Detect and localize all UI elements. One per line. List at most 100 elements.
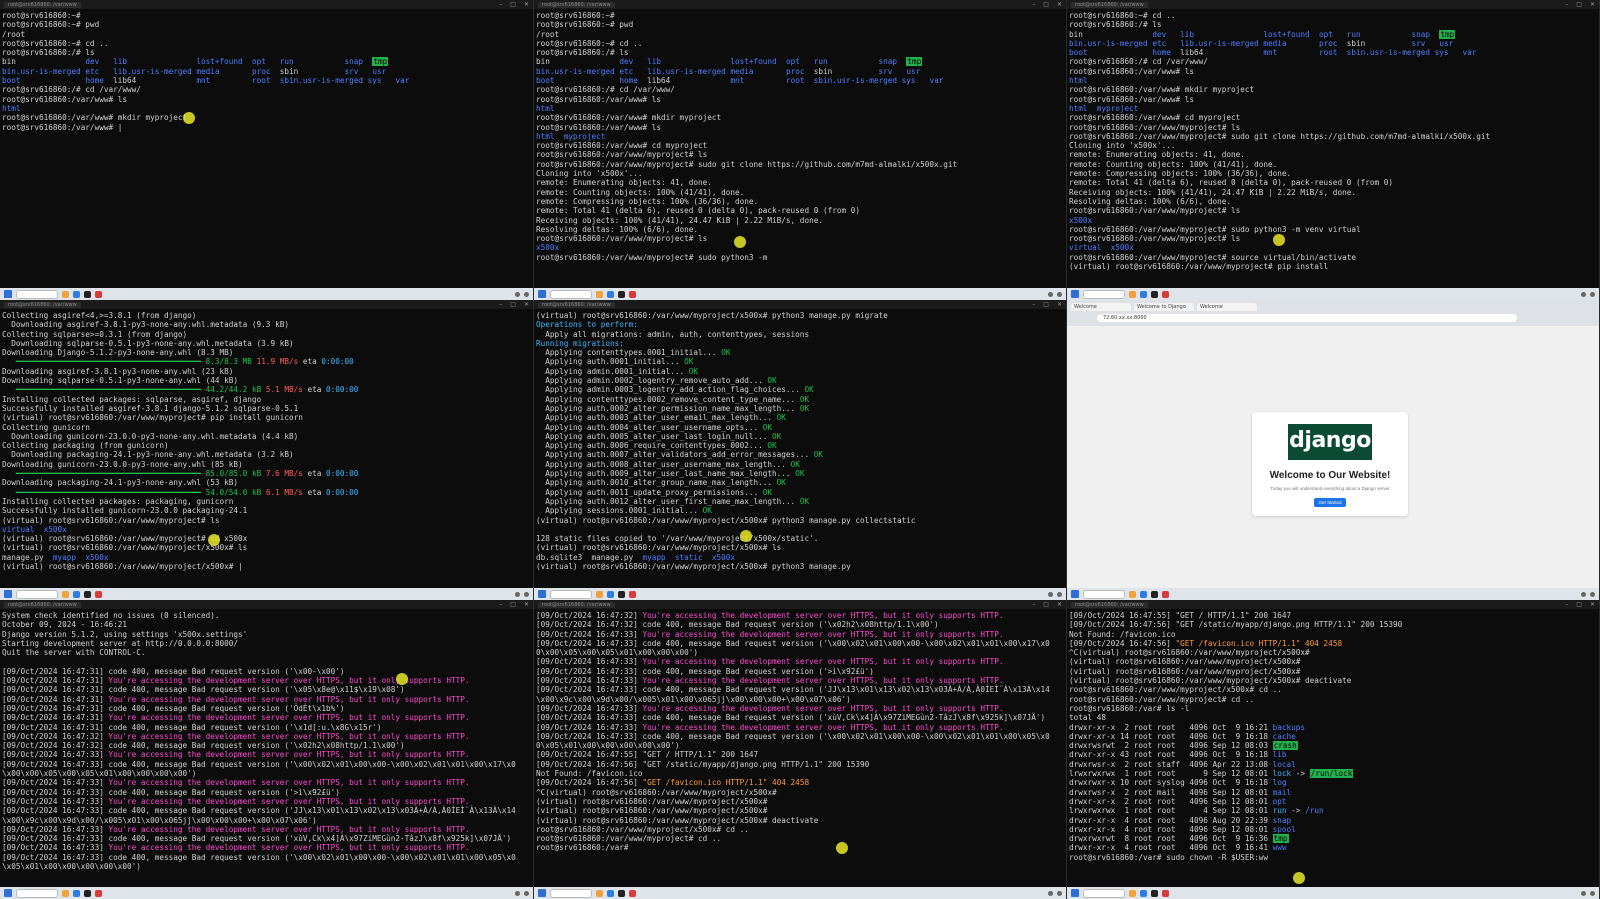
folder-icon[interactable]: [1129, 889, 1136, 897]
volume-icon[interactable]: [1057, 890, 1062, 896]
app-icon[interactable]: [1162, 590, 1169, 598]
close-icon[interactable]: ✕: [1590, 1, 1595, 8]
taskbar-search[interactable]: [16, 589, 58, 599]
browser-window[interactable]: Welcome Welcome to Django Welcome 72.60.…: [1067, 300, 1600, 600]
taskbar-search[interactable]: [16, 289, 58, 299]
taskbar-search[interactable]: [550, 888, 592, 898]
folder-icon[interactable]: [1129, 290, 1136, 298]
close-icon[interactable]: ✕: [1590, 601, 1595, 608]
close-icon[interactable]: ✕: [524, 301, 529, 308]
terminal-icon[interactable]: [84, 590, 91, 598]
browser-icon[interactable]: [73, 889, 80, 897]
close-icon[interactable]: ✕: [1057, 601, 1062, 608]
get-started-button[interactable]: Get Started: [1314, 498, 1346, 507]
browser-icon[interactable]: [73, 290, 80, 298]
app-icon[interactable]: [629, 889, 636, 897]
start-icon[interactable]: [4, 889, 12, 897]
terminal-tab[interactable]: root@srv616860: /var/www: [1071, 1, 1148, 8]
minimize-icon[interactable]: –: [499, 601, 502, 608]
folder-icon[interactable]: [1129, 590, 1136, 598]
maximize-icon[interactable]: □: [1043, 1, 1049, 8]
terminal-panel-1[interactable]: root@srv616860: /var/www – □ ✕ root@srv6…: [0, 0, 534, 300]
browser-icon[interactable]: [1140, 590, 1147, 598]
start-icon[interactable]: [538, 590, 546, 598]
volume-icon[interactable]: [1057, 591, 1062, 597]
terminal-icon[interactable]: [1151, 290, 1158, 298]
browser-icon[interactable]: [1140, 290, 1147, 298]
terminal-output[interactable]: root@srv616860:~# root@srv616860:~# pwd/r…: [2, 11, 531, 288]
terminal-icon[interactable]: [84, 889, 91, 897]
minimize-icon[interactable]: –: [1565, 601, 1568, 608]
wifi-icon[interactable]: [1581, 591, 1586, 597]
browser-icon[interactable]: [73, 590, 80, 598]
terminal-icon[interactable]: [618, 889, 625, 897]
wifi-icon[interactable]: [1581, 890, 1586, 896]
volume-icon[interactable]: [1590, 291, 1595, 297]
terminal-tab[interactable]: root@srv616860: /var/www: [4, 301, 81, 308]
browser-icon[interactable]: [607, 889, 614, 897]
terminal-tab[interactable]: root@srv616860: /var/www: [538, 1, 615, 8]
wifi-icon[interactable]: [515, 291, 520, 297]
maximize-icon[interactable]: □: [1043, 601, 1049, 608]
minimize-icon[interactable]: –: [1032, 301, 1035, 308]
start-icon[interactable]: [1071, 590, 1079, 598]
maximize-icon[interactable]: □: [1576, 601, 1582, 608]
terminal-tab[interactable]: root@srv616860: /var/www: [4, 601, 81, 608]
start-icon[interactable]: [1071, 889, 1079, 897]
start-icon[interactable]: [4, 590, 12, 598]
folder-icon[interactable]: [596, 889, 603, 897]
app-icon[interactable]: [95, 590, 102, 598]
app-icon[interactable]: [1162, 889, 1169, 897]
terminal-tab[interactable]: root@srv616860: /var/www: [1071, 601, 1148, 608]
terminal-tab[interactable]: root@srv616860: /var/www: [4, 1, 81, 8]
app-icon[interactable]: [95, 290, 102, 298]
terminal-panel-7[interactable]: root@srv616860: /var/www – □ ✕ System ch…: [0, 600, 534, 899]
browser-tab[interactable]: Welcome: [1071, 303, 1131, 311]
browser-tab[interactable]: Welcome: [1197, 303, 1257, 311]
app-icon[interactable]: [629, 290, 636, 298]
browser-icon[interactable]: [1140, 889, 1147, 897]
maximize-icon[interactable]: □: [1576, 1, 1582, 8]
folder-icon[interactable]: [62, 889, 69, 897]
terminal-panel-9[interactable]: root@srv616860: /var/www – □ ✕ [09/Oct/2…: [1067, 600, 1600, 899]
minimize-icon[interactable]: –: [1032, 1, 1035, 8]
minimize-icon[interactable]: –: [1565, 1, 1568, 8]
wifi-icon[interactable]: [1048, 591, 1053, 597]
terminal-panel-2[interactable]: root@srv616860: /var/www – □ ✕ root@srv6…: [534, 0, 1067, 300]
volume-icon[interactable]: [1057, 291, 1062, 297]
browser-icon[interactable]: [607, 590, 614, 598]
terminal-panel-5[interactable]: root@srv616860: /var/www – □ ✕ (virtual)…: [534, 300, 1067, 600]
start-icon[interactable]: [1071, 290, 1079, 298]
terminal-output[interactable]: (virtual) root@srv616860:/var/www/myproj…: [536, 311, 1064, 588]
folder-icon[interactable]: [596, 290, 603, 298]
terminal-icon[interactable]: [84, 290, 91, 298]
terminal-icon[interactable]: [618, 290, 625, 298]
maximize-icon[interactable]: □: [510, 1, 516, 8]
terminal-tab[interactable]: root@srv616860: /var/www: [538, 601, 615, 608]
browser-tab[interactable]: Welcome to Django: [1134, 303, 1194, 311]
wifi-icon[interactable]: [515, 591, 520, 597]
address-bar[interactable]: 72.60.xx.xx:8000: [1097, 314, 1517, 322]
taskbar-search[interactable]: [550, 589, 592, 599]
volume-icon[interactable]: [524, 890, 529, 896]
terminal-panel-3[interactable]: root@srv616860: /var/www – □ ✕ root@srv6…: [1067, 0, 1600, 300]
terminal-tab[interactable]: root@srv616860: /var/www: [538, 301, 615, 308]
minimize-icon[interactable]: –: [499, 1, 502, 8]
wifi-icon[interactable]: [1048, 291, 1053, 297]
app-icon[interactable]: [1162, 290, 1169, 298]
minimize-icon[interactable]: –: [499, 301, 502, 308]
taskbar-search[interactable]: [16, 888, 58, 898]
terminal-icon[interactable]: [1151, 590, 1158, 598]
folder-icon[interactable]: [62, 290, 69, 298]
start-icon[interactable]: [538, 889, 546, 897]
maximize-icon[interactable]: □: [510, 601, 516, 608]
taskbar-search[interactable]: [550, 289, 592, 299]
terminal-icon[interactable]: [618, 590, 625, 598]
close-icon[interactable]: ✕: [524, 601, 529, 608]
volume-icon[interactable]: [1590, 890, 1595, 896]
maximize-icon[interactable]: □: [1043, 301, 1049, 308]
taskbar-search[interactable]: [1083, 289, 1125, 299]
volume-icon[interactable]: [1590, 591, 1595, 597]
close-icon[interactable]: ✕: [524, 1, 529, 8]
app-icon[interactable]: [95, 889, 102, 897]
